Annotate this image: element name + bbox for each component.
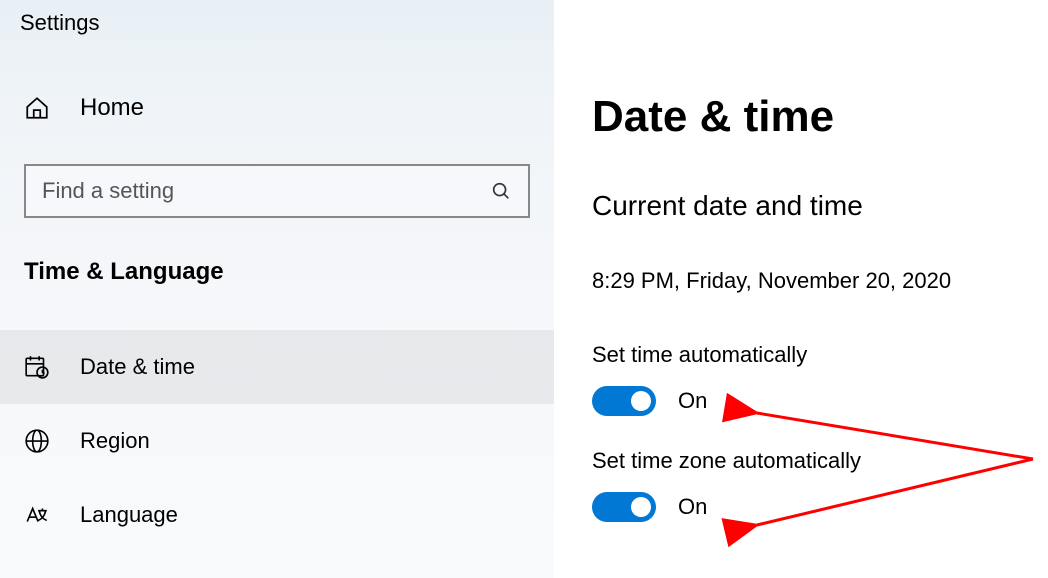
sidebar-item-date-time[interactable]: Date & time xyxy=(0,330,554,404)
language-icon xyxy=(24,502,50,528)
page-title: Date & time xyxy=(592,92,1048,142)
category-title: Time & Language xyxy=(0,258,554,286)
toggle-label: Set time zone automatically xyxy=(592,448,1048,474)
section-heading: Current date and time xyxy=(592,190,1048,222)
sidebar-item-language[interactable]: Language xyxy=(0,478,554,552)
home-nav[interactable]: Home xyxy=(0,36,554,122)
sidebar-item-label: Region xyxy=(80,428,150,454)
search-box[interactable] xyxy=(24,164,530,218)
home-label: Home xyxy=(80,94,144,122)
sidebar-item-label: Language xyxy=(80,502,178,528)
current-datetime: 8:29 PM, Friday, November 20, 2020 xyxy=(592,268,1048,294)
main-content: Date & time Current date and time 8:29 P… xyxy=(554,0,1048,578)
home-icon xyxy=(24,95,50,121)
calendar-clock-icon xyxy=(24,354,50,380)
toggle-state-label: On xyxy=(678,388,707,414)
toggle-knob xyxy=(631,497,651,517)
toggle-switch-timezone[interactable] xyxy=(592,492,656,522)
toggle-label: Set time automatically xyxy=(592,342,1048,368)
sidebar-item-label: Date & time xyxy=(80,354,195,380)
toggle-knob xyxy=(631,391,651,411)
sidebar: Settings Home Time & Language xyxy=(0,0,554,578)
app-title: Settings xyxy=(0,0,554,36)
toggle-switch-time[interactable] xyxy=(592,386,656,416)
search-input[interactable] xyxy=(42,178,490,204)
sidebar-item-region[interactable]: Region xyxy=(0,404,554,478)
search-icon xyxy=(490,180,512,202)
toggle-set-timezone-auto: Set time zone automatically On xyxy=(592,448,1048,522)
globe-icon xyxy=(24,428,50,454)
toggle-state-label: On xyxy=(678,494,707,520)
toggle-set-time-auto: Set time automatically On xyxy=(592,342,1048,416)
